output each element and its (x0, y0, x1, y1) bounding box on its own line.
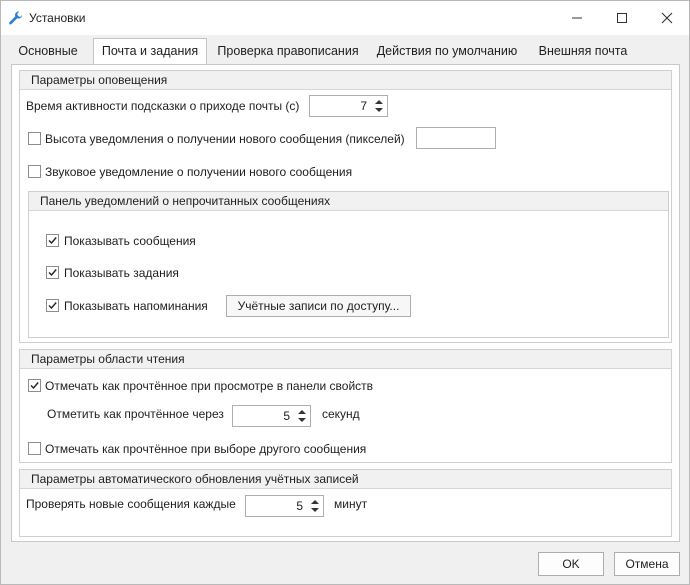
check-interval-label: Проверять новые сообщения каждые (26, 497, 236, 511)
tip-time-spinner[interactable]: 7 (309, 95, 388, 117)
show-messages-checkbox[interactable] (46, 234, 59, 247)
show-messages-label: Показывать сообщения (64, 234, 196, 248)
sound-notification-label: Звуковое уведомление о получении нового … (45, 165, 353, 179)
maximize-button[interactable] (599, 1, 645, 35)
mark-after-value: 5 (283, 409, 290, 423)
notification-height-input[interactable] (416, 127, 496, 149)
reading-pane-group-header: Параметры области чтения (20, 350, 671, 369)
accounts-by-access-button[interactable]: Учётные записи по доступу... (226, 295, 411, 317)
mark-after-label: Отметить как прочтённое через (47, 407, 224, 421)
tab-mail-and-tasks[interactable]: Почта и задания (93, 38, 207, 65)
tip-time-value: 7 (360, 99, 367, 113)
spinner-arrows-icon[interactable] (297, 408, 307, 424)
auto-refresh-group-header: Параметры автоматического обновления учё… (20, 470, 671, 489)
tip-time-label: Время активности подсказки о приходе поч… (26, 99, 300, 113)
check-interval-spinner[interactable]: 5 (245, 495, 324, 517)
checkmark-icon (48, 237, 57, 245)
show-reminders-checkbox[interactable] (46, 299, 59, 312)
wrench-icon (8, 10, 24, 26)
reading-pane-group: Параметры области чтения Отмечать как пр… (19, 349, 672, 463)
tab-panel-mail-and-tasks: Параметры оповещения Время активности по… (11, 64, 680, 542)
check-interval-value: 5 (296, 499, 303, 513)
tab-external-mail[interactable]: Внешняя почта (533, 39, 633, 64)
window-title: Установки (29, 11, 86, 25)
maximize-icon (617, 13, 627, 23)
mark-after-spinner[interactable]: 5 (232, 405, 311, 427)
checkmark-icon (30, 382, 39, 390)
show-tasks-checkbox[interactable] (46, 266, 59, 279)
notifications-group-header: Параметры оповещения (20, 71, 671, 90)
mark-read-select-checkbox[interactable] (28, 442, 41, 455)
minimize-button[interactable] (554, 1, 600, 35)
checkmark-icon (48, 302, 57, 310)
unread-panel-group-header: Панель уведомлений о непрочитанных сообщ… (29, 192, 668, 211)
unread-panel-group: Панель уведомлений о непрочитанных сообщ… (28, 191, 669, 338)
spinner-arrows-icon[interactable] (310, 498, 320, 514)
notification-height-checkbox[interactable] (28, 132, 41, 145)
cancel-button[interactable]: Отмена (614, 552, 680, 576)
notifications-group: Параметры оповещения Время активности по… (19, 70, 672, 343)
checkmark-icon (48, 269, 57, 277)
close-button[interactable] (644, 1, 690, 35)
mark-read-select-label: Отмечать как прочтённое при выборе друго… (45, 442, 367, 456)
tab-spelling[interactable]: Проверка правописания (213, 39, 363, 64)
show-reminders-label: Показывать напоминания (64, 299, 208, 313)
mark-read-preview-label: Отмечать как прочтённое при просмотре в … (45, 379, 374, 393)
mark-read-preview-checkbox[interactable] (28, 379, 41, 392)
title-bar: Установки (1, 1, 689, 35)
tab-default-actions[interactable]: Действия по умолчанию (373, 39, 521, 64)
minimize-icon (572, 17, 582, 19)
notification-height-label: Высота уведомления о получении нового со… (45, 132, 405, 146)
sound-notification-checkbox[interactable] (28, 165, 41, 178)
ok-button[interactable]: OK (538, 552, 604, 576)
spinner-arrows-icon[interactable] (374, 98, 384, 114)
settings-dialog: Установки Основные Почта и задания Прове… (0, 0, 690, 585)
mark-after-unit: секунд (322, 407, 360, 421)
close-icon (661, 12, 673, 24)
auto-refresh-group: Параметры автоматического обновления учё… (19, 469, 672, 537)
check-interval-unit: минут (334, 497, 368, 511)
show-tasks-label: Показывать задания (64, 266, 179, 280)
tab-general[interactable]: Основные (13, 39, 83, 64)
